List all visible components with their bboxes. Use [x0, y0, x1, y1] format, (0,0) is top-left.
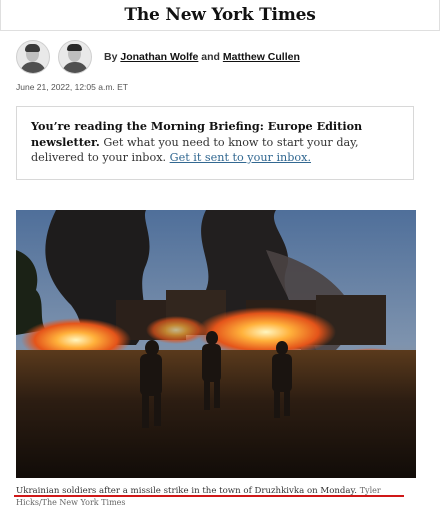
byline-text: By Jonathan Wolfe and Matthew Cullen [104, 51, 300, 63]
missile-strike-photo [16, 210, 416, 478]
photo-caption: Ukrainian soldiers after a missile strik… [16, 485, 416, 509]
author-avatar-1[interactable] [16, 40, 50, 74]
red-underline-annotation [14, 495, 404, 497]
lead-photo [16, 210, 416, 478]
byline-by: By [104, 51, 118, 63]
newsletter-signup-link[interactable]: Get it sent to your inbox. [170, 151, 311, 164]
newsletter-promo: You’re reading the Morning Briefing: Eur… [16, 106, 414, 180]
publish-date: June 21, 2022, 12:05 a.m. ET [16, 82, 128, 92]
nyt-logo[interactable]: The New York Times [124, 5, 315, 25]
author-link-2[interactable]: Matthew Cullen [223, 51, 300, 63]
byline-and: and [201, 51, 220, 63]
author-avatar-2[interactable] [58, 40, 92, 74]
author-link-1[interactable]: Jonathan Wolfe [120, 51, 198, 63]
byline: By Jonathan Wolfe and Matthew Cullen [16, 40, 300, 74]
masthead: The New York Times [0, 0, 440, 31]
